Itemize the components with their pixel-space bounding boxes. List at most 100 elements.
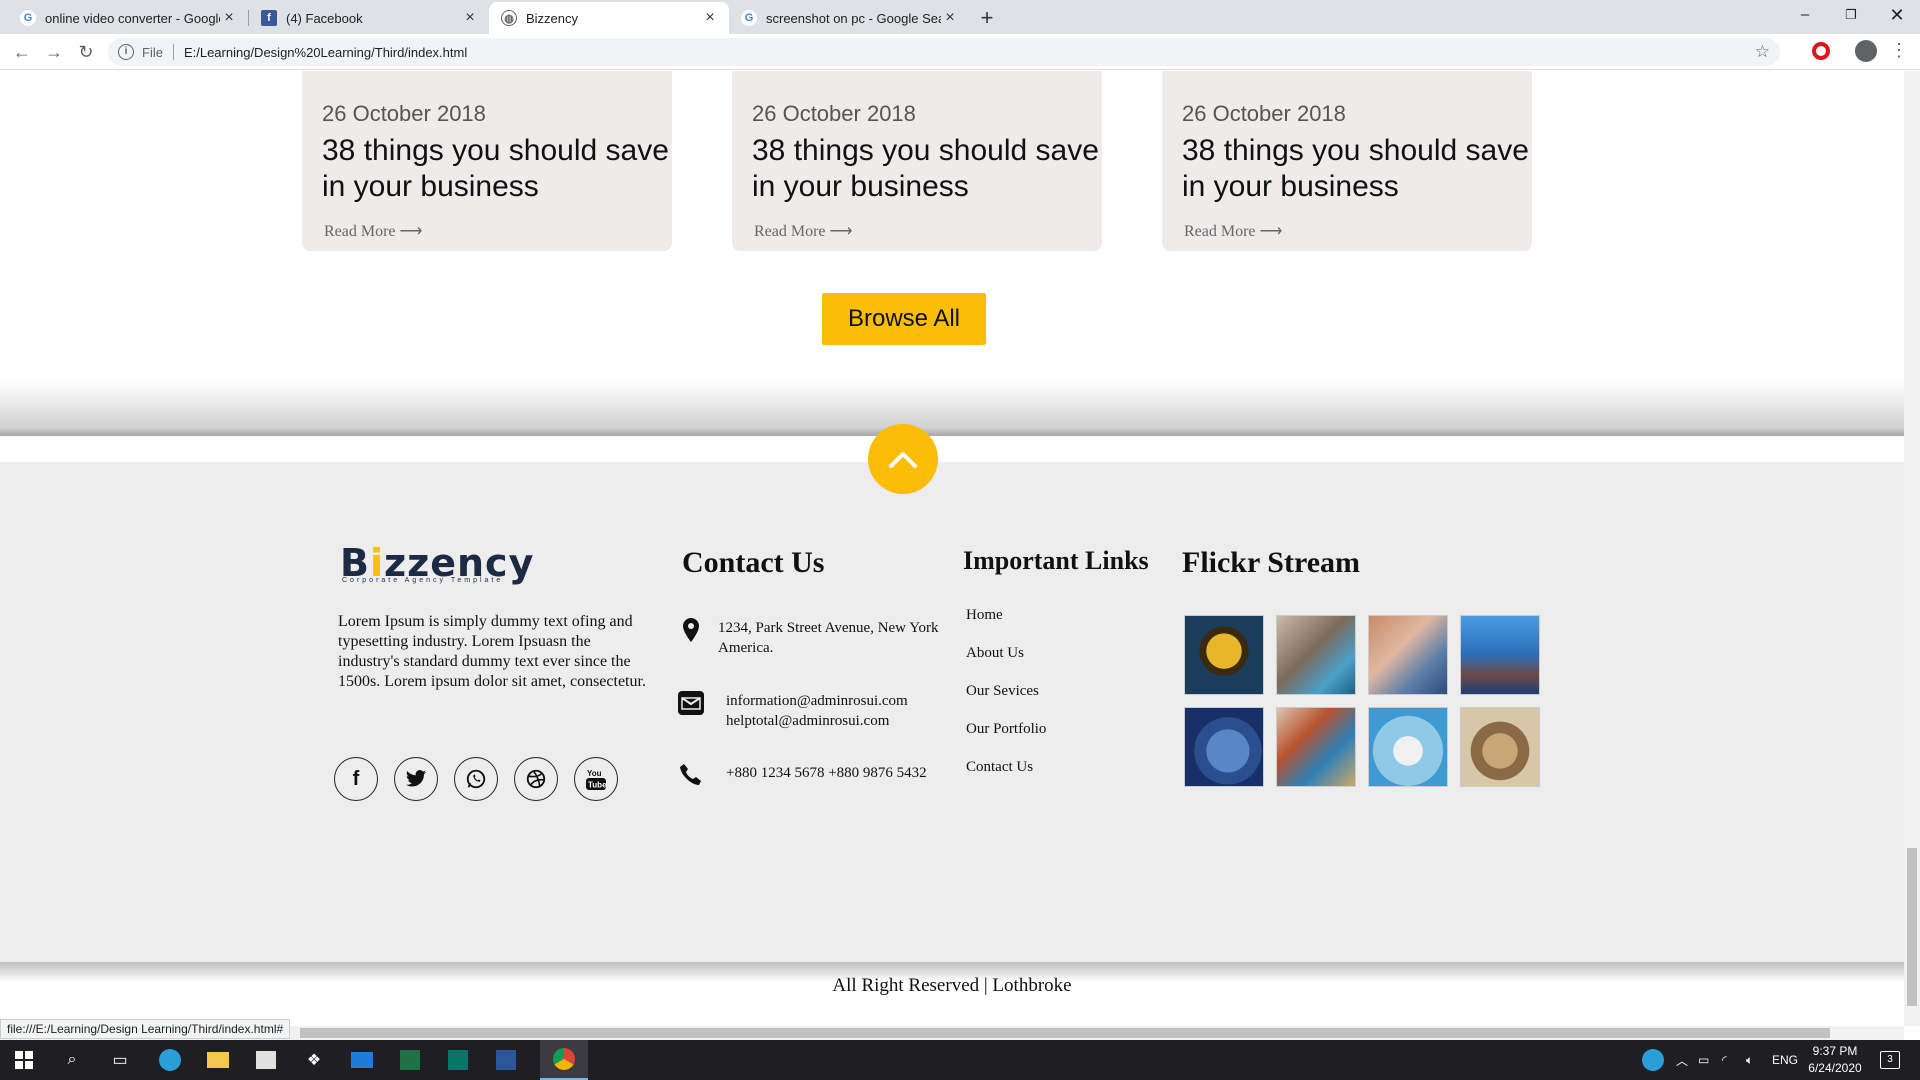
info-icon[interactable]: i bbox=[118, 44, 134, 60]
flickr-thumb[interactable] bbox=[1184, 707, 1264, 787]
notification-center[interactable]: 3 bbox=[1880, 1040, 1900, 1080]
read-more-link[interactable]: Read More ⟶ bbox=[754, 221, 852, 241]
back-button[interactable]: ← bbox=[8, 38, 36, 66]
windows-start-icon[interactable] bbox=[0, 1040, 48, 1080]
windows-taskbar: ⌕ ▭ ❖ ︿ ▭ ◜ 🔈︎ ENG 9:37 PM 6/24/2020 3 bbox=[0, 1040, 1920, 1080]
address-bar[interactable]: i File E:/Learning/Design%20Learning/Thi… bbox=[108, 38, 1780, 66]
flickr-thumb[interactable] bbox=[1276, 615, 1356, 695]
email-secondary[interactable]: helptotal@adminrosui.com bbox=[726, 711, 908, 731]
footer-top-shadow bbox=[0, 381, 1904, 436]
clock-time: 9:37 PM bbox=[1812, 1044, 1858, 1058]
search-icon[interactable]: ⌕ bbox=[48, 1040, 96, 1080]
close-tab-icon[interactable]: × bbox=[461, 9, 479, 27]
scroll-to-top-button[interactable] bbox=[868, 424, 938, 494]
footer-link-contact[interactable]: Contact Us bbox=[966, 759, 1046, 797]
footer-link-services[interactable]: Our Sevices bbox=[966, 683, 1046, 721]
flickr-thumb[interactable] bbox=[1368, 615, 1448, 695]
browse-all-button[interactable]: Browse All bbox=[822, 293, 986, 345]
edge-browser-icon[interactable] bbox=[146, 1040, 194, 1080]
close-tab-icon[interactable]: × bbox=[941, 9, 959, 27]
youtube-icon[interactable]: You Tube bbox=[574, 757, 618, 801]
read-more-link[interactable]: Read More ⟶ bbox=[324, 221, 422, 241]
twitter-icon[interactable] bbox=[394, 757, 438, 801]
flickr-thumb[interactable] bbox=[1276, 707, 1356, 787]
svg-text:Tube: Tube bbox=[588, 781, 607, 790]
tab-bizzency[interactable]: ◍ Bizzency × bbox=[489, 2, 729, 34]
close-tab-icon[interactable]: × bbox=[701, 9, 719, 27]
email-primary[interactable]: information@adminrosui.com bbox=[726, 691, 908, 711]
task-view-icon[interactable]: ▭ bbox=[96, 1040, 144, 1080]
important-links-list: Home About Us Our Sevices Our Portfolio … bbox=[966, 607, 1046, 797]
blog-card[interactable]: 26 October 2018 38 things you should sav… bbox=[732, 71, 1102, 251]
map-pin-icon bbox=[676, 618, 706, 642]
mail-icon[interactable] bbox=[338, 1040, 386, 1080]
card-title[interactable]: 38 things you should save in your busine… bbox=[752, 133, 1102, 205]
battery-icon[interactable]: ▭ bbox=[1698, 1040, 1709, 1080]
footer-link-about[interactable]: About Us bbox=[966, 645, 1046, 683]
card-date: 26 October 2018 bbox=[1182, 101, 1346, 126]
profile-avatar[interactable] bbox=[1855, 40, 1877, 62]
flickr-thumb[interactable] bbox=[1460, 707, 1540, 787]
card-title[interactable]: 38 things you should save in your busine… bbox=[1182, 133, 1532, 205]
blog-card[interactable]: 26 October 2018 38 things you should sav… bbox=[1162, 71, 1532, 251]
chevron-up-icon[interactable]: ︿ bbox=[1676, 1040, 1688, 1080]
close-window-button[interactable]: ✕ bbox=[1874, 0, 1920, 30]
whatsapp-icon[interactable] bbox=[454, 757, 498, 801]
new-tab-button[interactable]: + bbox=[973, 4, 1001, 32]
flickr-thumb[interactable] bbox=[1460, 615, 1540, 695]
flickr-heading: Flickr Stream bbox=[1182, 546, 1361, 579]
chevron-up-icon bbox=[889, 452, 917, 468]
facebook-icon[interactable]: f bbox=[334, 757, 378, 801]
browser-toolbar: ← → ↻ i File E:/Learning/Design%20Learni… bbox=[0, 34, 1920, 70]
menu-icon[interactable]: ⋮ bbox=[1890, 40, 1908, 61]
tab-title: screenshot on pc - Google Search bbox=[766, 10, 941, 26]
read-more-link[interactable]: Read More ⟶ bbox=[1184, 221, 1282, 241]
tab-online-video-converter[interactable]: G online video converter - Google Se × bbox=[8, 2, 248, 34]
card-title[interactable]: 38 things you should save in your busine… bbox=[322, 133, 672, 205]
dribbble-icon[interactable] bbox=[514, 757, 558, 801]
tab-facebook[interactable]: f (4) Facebook × bbox=[249, 2, 489, 34]
dropbox-icon[interactable]: ❖ bbox=[290, 1040, 338, 1080]
contact-heading: Contact Us bbox=[682, 546, 825, 579]
phone-icon bbox=[676, 763, 706, 787]
scheme-label: File bbox=[142, 44, 163, 60]
file-explorer-icon[interactable] bbox=[194, 1040, 242, 1080]
system-clock[interactable]: 9:37 PM 6/24/2020 bbox=[1800, 1043, 1870, 1077]
forward-button[interactable]: → bbox=[40, 38, 68, 66]
flickr-thumb[interactable] bbox=[1368, 707, 1448, 787]
url-text[interactable]: E:/Learning/Design%20Learning/Third/inde… bbox=[184, 45, 467, 60]
google-icon: G bbox=[741, 10, 757, 26]
contact-email: information@adminrosui.com helptotal@adm… bbox=[676, 691, 976, 731]
word-icon[interactable] bbox=[482, 1040, 530, 1080]
wifi-icon[interactable]: ◜ bbox=[1722, 1040, 1727, 1080]
address-text: 1234, Park Street Avenue, New York Ameri… bbox=[718, 620, 939, 656]
copyright-text: All Right Reserved | Lothbroke bbox=[832, 975, 1072, 996]
flickr-thumb[interactable] bbox=[1184, 615, 1264, 695]
tab-screenshot-search[interactable]: G screenshot on pc - Google Search × bbox=[729, 2, 969, 34]
chrome-icon[interactable] bbox=[540, 1040, 588, 1080]
tab-title: online video converter - Google Se bbox=[45, 10, 220, 26]
vertical-scroll-thumb[interactable] bbox=[1907, 848, 1917, 1006]
footer-link-portfolio[interactable]: Our Portfolio bbox=[966, 721, 1046, 759]
close-tab-icon[interactable]: × bbox=[220, 9, 238, 27]
reload-button[interactable]: ↻ bbox=[72, 38, 100, 66]
excel-icon[interactable] bbox=[386, 1040, 434, 1080]
footer-link-home[interactable]: Home bbox=[966, 607, 1046, 645]
restore-button[interactable]: ❐ bbox=[1828, 0, 1874, 30]
card-date: 26 October 2018 bbox=[322, 101, 486, 126]
minimize-button[interactable]: – bbox=[1782, 0, 1828, 30]
horizontal-scroll-thumb[interactable] bbox=[300, 1028, 1830, 1038]
blog-card[interactable]: 26 October 2018 38 things you should sav… bbox=[302, 71, 672, 251]
language-indicator[interactable]: ENG bbox=[1772, 1040, 1798, 1080]
publisher-icon[interactable] bbox=[434, 1040, 482, 1080]
status-url-bubble: file:///E:/Learning/Design Learning/Thir… bbox=[0, 1019, 291, 1039]
store-icon[interactable] bbox=[242, 1040, 290, 1080]
bookmark-star-icon[interactable]: ☆ bbox=[1755, 42, 1770, 62]
email-list: information@adminrosui.com helptotal@adm… bbox=[726, 691, 908, 731]
notification-count-badge: 3 bbox=[1880, 1051, 1900, 1069]
opera-extension-icon[interactable] bbox=[1812, 42, 1830, 60]
clock-date: 6/24/2020 bbox=[1808, 1061, 1862, 1075]
volume-icon[interactable]: 🔈︎ bbox=[1746, 1040, 1753, 1080]
help-icon[interactable] bbox=[1642, 1040, 1664, 1080]
phone-text: +880 1234 5678 +880 9876 5432 bbox=[726, 765, 927, 781]
